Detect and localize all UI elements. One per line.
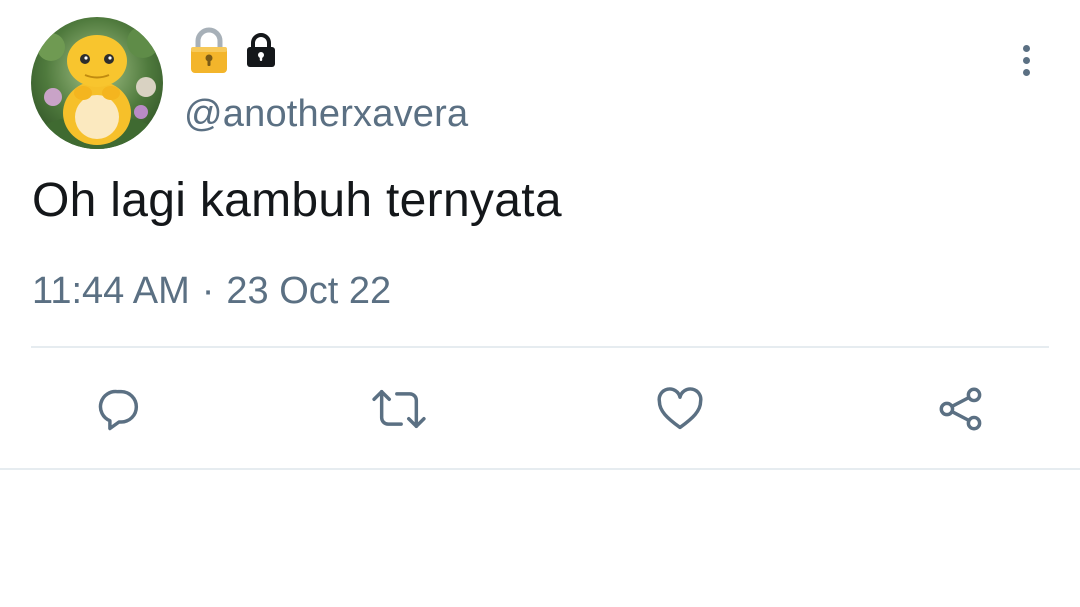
share-icon — [939, 387, 982, 431]
tweet-actions — [0, 380, 1080, 438]
like-button[interactable] — [651, 380, 709, 438]
user-handle[interactable]: @anotherxavera — [184, 93, 468, 136]
heart-icon — [657, 387, 703, 430]
more-dot — [1022, 56, 1030, 64]
display-name — [188, 26, 278, 76]
tweet-detail: @anotherxavera Oh lagi kambuh ternyata 1… — [0, 0, 1080, 607]
bottom-divider — [0, 468, 1080, 470]
more-options-button[interactable] — [1010, 40, 1042, 80]
tweet-text: Oh lagi kambuh ternyata — [32, 174, 562, 227]
tweet-timestamp[interactable]: 11:44 AM · 23 Oct 22 — [32, 270, 391, 313]
more-vertical-icon — [1022, 44, 1030, 52]
reply-icon — [98, 389, 138, 431]
tweet-time: 11:44 AM — [32, 270, 190, 312]
meta-separator: · — [201, 270, 215, 312]
tweet-date: 23 Oct 22 — [226, 270, 392, 312]
avatar[interactable] — [31, 17, 163, 149]
more-dot — [1022, 68, 1030, 76]
retweet-button[interactable] — [370, 380, 428, 438]
locked-padlock-emoji-icon — [191, 27, 227, 73]
divider — [31, 346, 1049, 348]
retweet-icon — [372, 389, 426, 429]
share-button[interactable] — [932, 380, 990, 438]
avatar-image — [31, 17, 163, 149]
reply-button[interactable] — [90, 380, 148, 438]
lock-icon — [247, 33, 275, 67]
